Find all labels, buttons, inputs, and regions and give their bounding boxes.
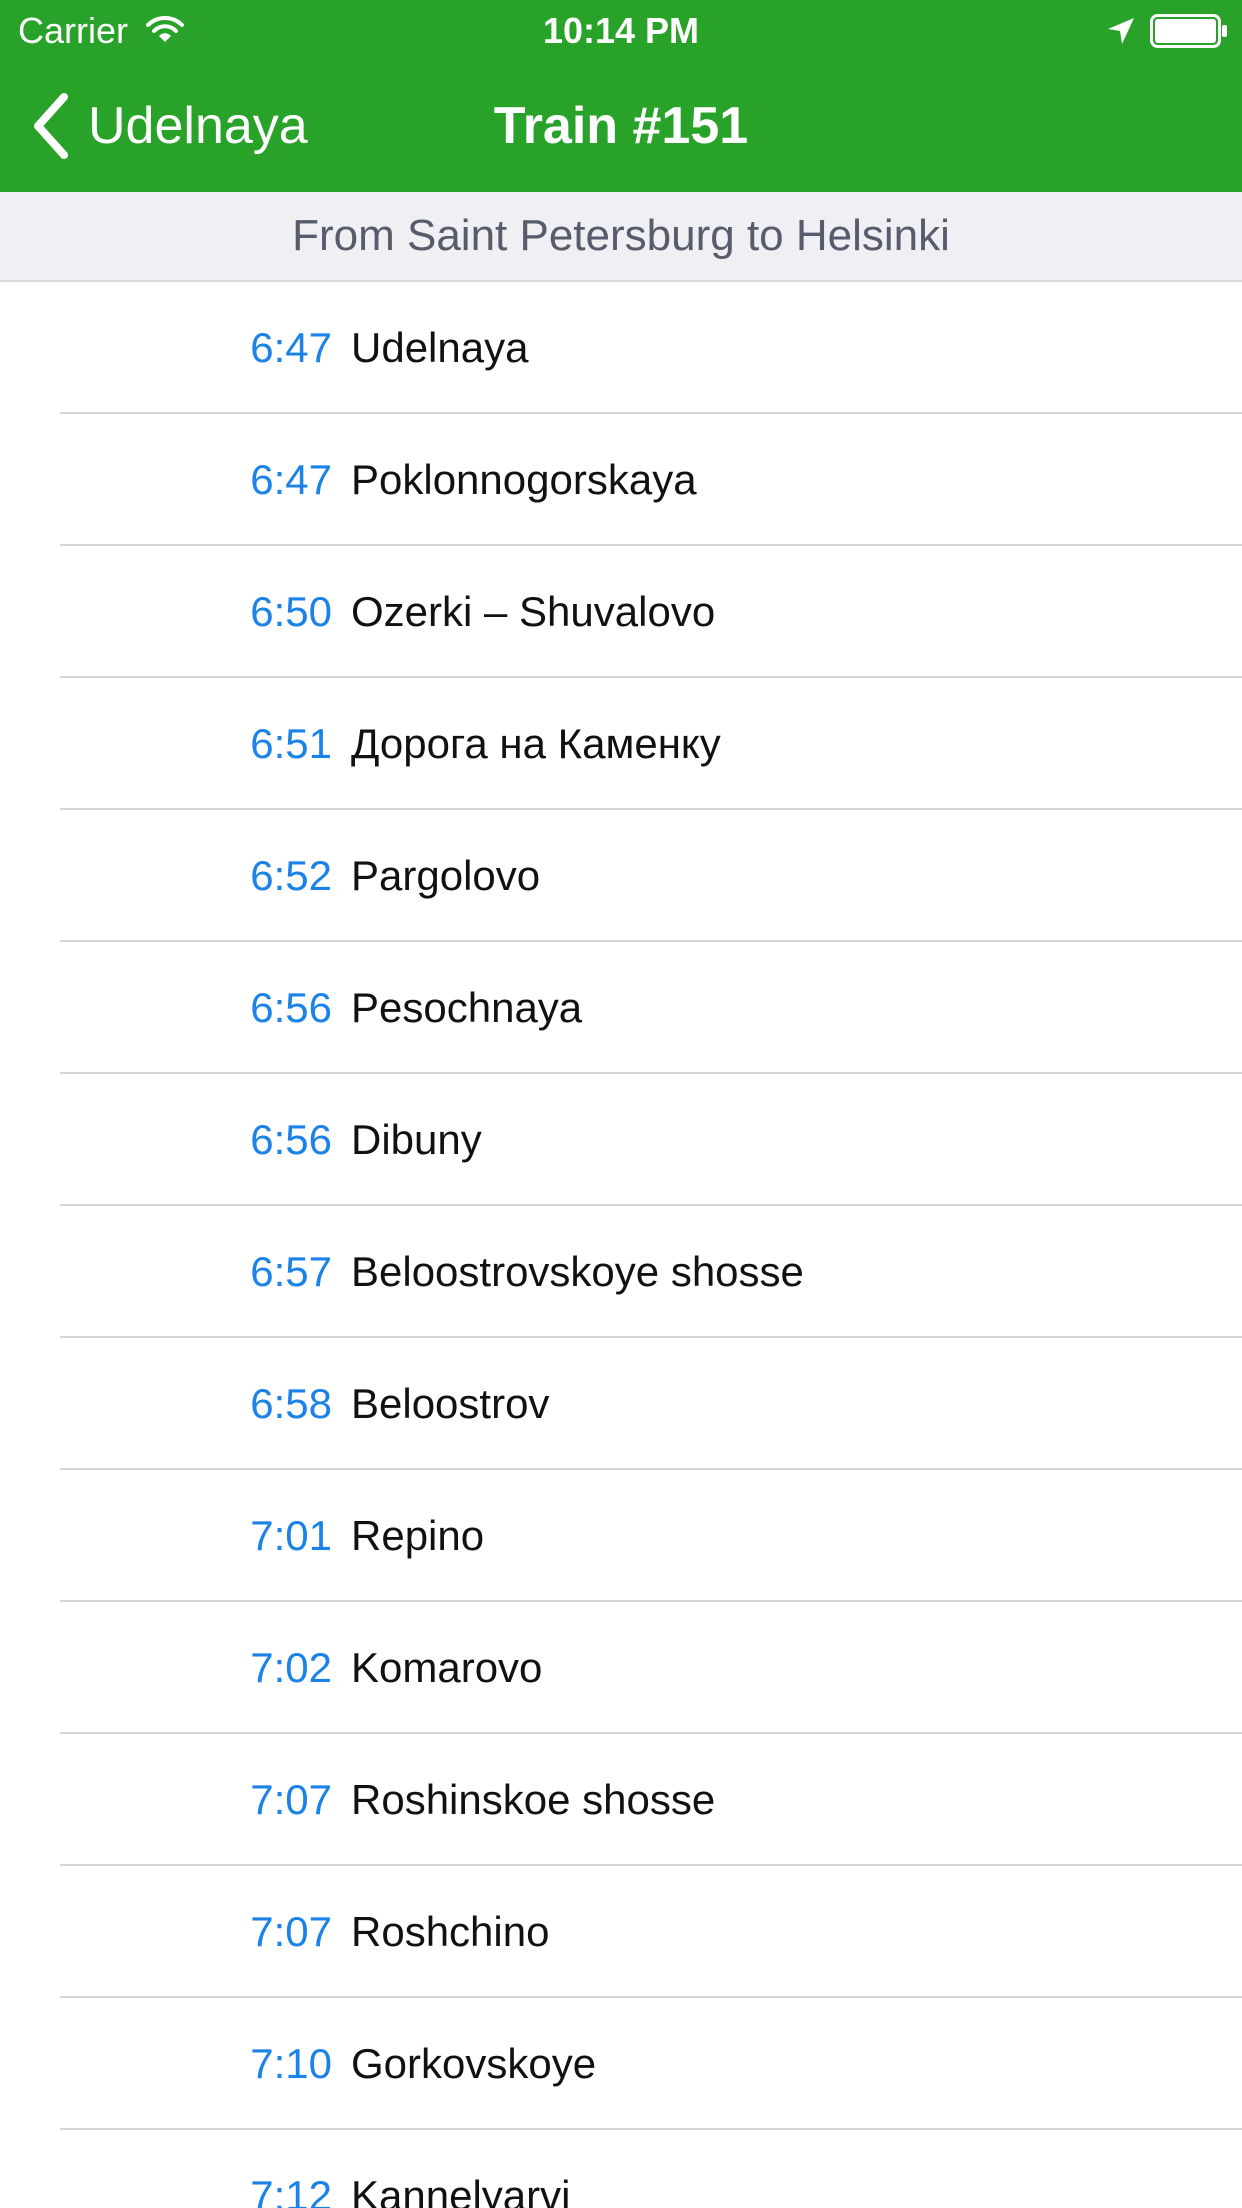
stop-name: Дорога на Каменку bbox=[351, 720, 721, 767]
stop-name: Pargolovo bbox=[351, 852, 541, 899]
stop-name: Gorkovskoye bbox=[351, 2040, 597, 2087]
stop-time: 7:12 bbox=[250, 2172, 332, 2208]
stop-time: 6:47 bbox=[250, 456, 332, 503]
stop-time: 6:51 bbox=[250, 720, 332, 767]
route-section-header: From Saint Petersburg to Helsinki bbox=[0, 192, 1242, 282]
status-bar: Carrier 10:14 PM bbox=[0, 0, 1242, 62]
stop-row[interactable]: 6:56 Pesochnaya bbox=[0, 942, 1242, 1074]
stop-name: Roshchino bbox=[351, 1908, 550, 1955]
stop-name: Beloostrov bbox=[351, 1380, 550, 1427]
stop-time: 6:58 bbox=[250, 1380, 332, 1427]
stop-time: 6:56 bbox=[250, 1116, 332, 1163]
stop-name: Roshinskoe shosse bbox=[351, 1776, 716, 1823]
navigation-bar: Udelnaya Train #151 bbox=[0, 62, 1242, 192]
stop-row[interactable]: 7:01 Repino bbox=[0, 1470, 1242, 1602]
stop-row[interactable]: 6:52 Pargolovo bbox=[0, 810, 1242, 942]
battery-icon bbox=[1150, 14, 1227, 48]
stop-row[interactable]: 6:47 Poklonnogorskaya bbox=[0, 414, 1242, 546]
stop-time: 7:07 bbox=[250, 1776, 332, 1823]
stop-time: 7:07 bbox=[250, 1908, 332, 1955]
stop-row[interactable]: 6:50 Ozerki – Shuvalovo bbox=[0, 546, 1242, 678]
stop-time: 6:47 bbox=[250, 324, 332, 371]
stop-time: 6:50 bbox=[250, 588, 332, 635]
stop-row[interactable]: 6:56 Dibuny bbox=[0, 1074, 1242, 1206]
stop-row[interactable]: 6:58 Beloostrov bbox=[0, 1338, 1242, 1470]
stop-row[interactable]: 7:07 Roshchino bbox=[0, 1866, 1242, 1998]
stop-row[interactable]: 6:57 Beloostrovskoye shosse bbox=[0, 1206, 1242, 1338]
stop-name: Komarovo bbox=[351, 1644, 543, 1691]
stop-time: 6:52 bbox=[250, 852, 332, 899]
stop-name: Pesochnaya bbox=[351, 984, 583, 1031]
stop-time: 7:01 bbox=[250, 1512, 332, 1559]
stop-name: Repino bbox=[351, 1512, 485, 1559]
stop-name: Udelnaya bbox=[351, 324, 529, 371]
app-screen: Carrier 10:14 PM Udelnaya Train #151 Fro… bbox=[0, 0, 1242, 2208]
stop-row[interactable]: 6:47 Udelnaya bbox=[0, 282, 1242, 414]
page-title: Train #151 bbox=[493, 97, 749, 155]
stop-time: 6:56 bbox=[250, 984, 332, 1031]
stop-row[interactable]: 7:07 Roshinskoe shosse bbox=[0, 1734, 1242, 1866]
stop-row[interactable]: 7:02 Komarovo bbox=[0, 1602, 1242, 1734]
stop-name: Ozerki – Shuvalovo bbox=[351, 588, 716, 635]
stop-list: 6:47 Udelnaya 6:47 Poklonnogorskaya 6:50… bbox=[0, 282, 1242, 2208]
stop-row[interactable]: 6:51 Дорога на Каменку bbox=[0, 678, 1242, 810]
header: Carrier 10:14 PM Udelnaya Train #151 bbox=[0, 0, 1242, 192]
stop-time: 6:57 bbox=[250, 1248, 332, 1295]
stop-name: Kannelyarvi bbox=[351, 2172, 571, 2208]
location-arrow-icon bbox=[1108, 18, 1134, 44]
stop-time: 7:02 bbox=[250, 1644, 332, 1691]
stop-name: Poklonnogorskaya bbox=[351, 456, 697, 503]
status-time: 10:14 PM bbox=[542, 10, 700, 51]
stop-row[interactable]: 7:12 Kannelyarvi bbox=[0, 2130, 1242, 2208]
stop-row[interactable]: 7:10 Gorkovskoye bbox=[0, 1998, 1242, 2130]
stop-name: Beloostrovskoye shosse bbox=[351, 1248, 804, 1295]
stop-time: 7:10 bbox=[250, 2040, 332, 2087]
stop-name: Dibuny bbox=[351, 1116, 482, 1163]
